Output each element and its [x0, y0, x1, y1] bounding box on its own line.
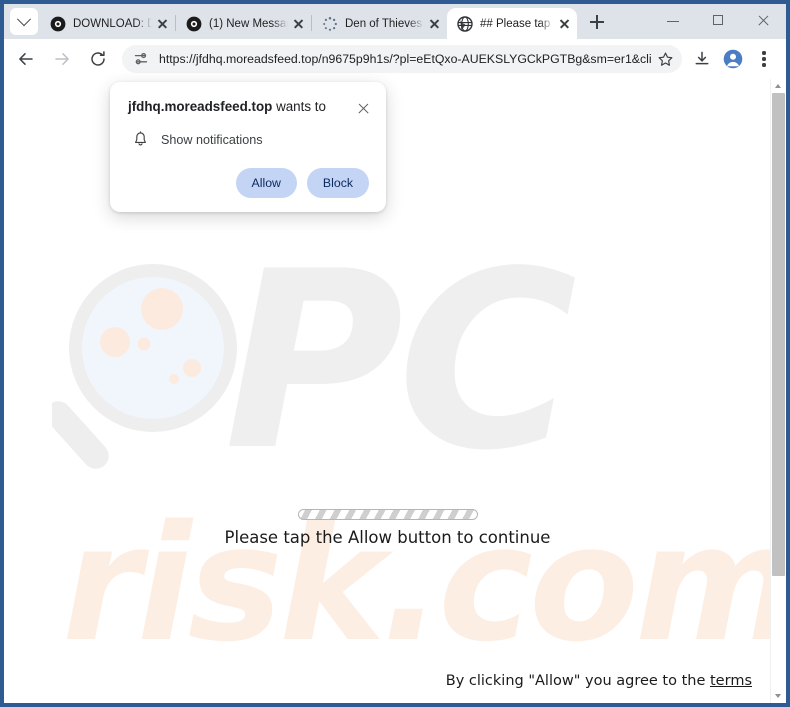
browser-menu-button[interactable]	[750, 45, 778, 73]
close-window-button[interactable]	[741, 4, 786, 37]
terms-link[interactable]: terms	[710, 673, 752, 689]
minimize-button[interactable]	[651, 4, 696, 37]
downloads-button[interactable]	[688, 45, 716, 73]
block-button[interactable]: Block	[306, 168, 369, 198]
terms-prefix-text: By clicking "Allow" you agree to the	[445, 673, 710, 689]
browser-window: DOWNLOAD: De (1) New Message	[0, 0, 790, 707]
dialog-close-icon[interactable]	[352, 97, 374, 119]
tab-close-icon[interactable]	[556, 15, 573, 32]
globe-icon	[457, 15, 473, 32]
dialog-title: jfdhq.moreadsfeed.top wants to	[128, 99, 352, 116]
tab-new-message[interactable]: (1) New Message	[176, 8, 311, 39]
tab-close-icon[interactable]	[426, 15, 443, 32]
back-button[interactable]	[12, 45, 40, 73]
tab-please-tap[interactable]: ## Please tap the	[447, 8, 577, 39]
dark-circle-icon	[186, 16, 202, 31]
address-bar[interactable]: https://jfdhq.moreadsfeed.top/n9675p9h1s…	[122, 45, 682, 73]
allow-button[interactable]: Allow	[235, 168, 297, 198]
bookmark-button[interactable]	[652, 46, 678, 72]
chevron-down-icon	[16, 11, 32, 26]
avatar-icon	[723, 49, 743, 69]
url-text: https://jfdhq.moreadsfeed.top/n9675p9h1s…	[159, 52, 652, 66]
scrollbar-thumb[interactable]	[772, 93, 785, 576]
vertical-scrollbar[interactable]	[770, 79, 786, 703]
dialog-origin: jfdhq.moreadsfeed.top	[128, 99, 273, 114]
site-settings-icon[interactable]	[132, 50, 150, 68]
loading-spinner-icon	[323, 16, 337, 31]
tab-title: DOWNLOAD: De	[73, 17, 152, 30]
three-dot-icon	[762, 57, 766, 61]
scroll-down-arrow-icon[interactable]	[771, 689, 786, 703]
permission-row: Show notifications	[110, 119, 386, 148]
center-block: Please tap the Allow button to continue	[4, 509, 771, 547]
window-controls	[651, 4, 786, 37]
dialog-header: jfdhq.moreadsfeed.top wants to	[110, 82, 386, 119]
tab-title: ## Please tap the	[480, 17, 554, 30]
star-icon	[658, 51, 672, 66]
download-icon	[695, 51, 709, 65]
maximize-button[interactable]	[696, 4, 741, 37]
tab-download[interactable]: DOWNLOAD: De	[40, 8, 175, 39]
progress-bar	[297, 509, 478, 520]
instruction-text: Please tap the Allow button to continue	[224, 528, 551, 547]
bell-icon	[135, 131, 146, 146]
tab-strip: DOWNLOAD: De (1) New Message	[4, 4, 786, 39]
terms-disclaimer: By clicking "Allow" you agree to the ter…	[446, 673, 752, 689]
magnifying-glass-watermark-icon	[52, 264, 237, 469]
arrow-right-icon	[55, 53, 69, 65]
dialog-actions: Allow Block	[235, 168, 369, 198]
tab-search-button[interactable]	[10, 8, 38, 35]
scroll-up-arrow-icon[interactable]	[771, 79, 786, 93]
reload-button[interactable]	[84, 45, 112, 73]
pc-watermark-text: PC	[224, 219, 577, 504]
tab-close-icon[interactable]	[290, 15, 307, 32]
profile-button[interactable]	[719, 45, 747, 73]
dialog-title-suffix: wants to	[272, 99, 326, 114]
arrow-left-icon	[19, 53, 33, 65]
tab-close-icon[interactable]	[154, 15, 171, 32]
tab-title: Den of Thieves 2	[345, 17, 424, 30]
browser-toolbar: https://jfdhq.moreadsfeed.top/n9675p9h1s…	[4, 39, 786, 79]
reload-icon	[91, 51, 105, 66]
tab-title: (1) New Message	[209, 17, 288, 30]
forward-button[interactable]	[48, 45, 76, 73]
tab-den-of-thieves[interactable]: Den of Thieves 2	[312, 8, 447, 39]
notification-permission-dialog: jfdhq.moreadsfeed.top wants to Show noti…	[110, 82, 386, 212]
permission-label: Show notifications	[161, 132, 263, 147]
dark-circle-icon	[50, 16, 66, 31]
new-tab-button[interactable]	[583, 8, 611, 36]
